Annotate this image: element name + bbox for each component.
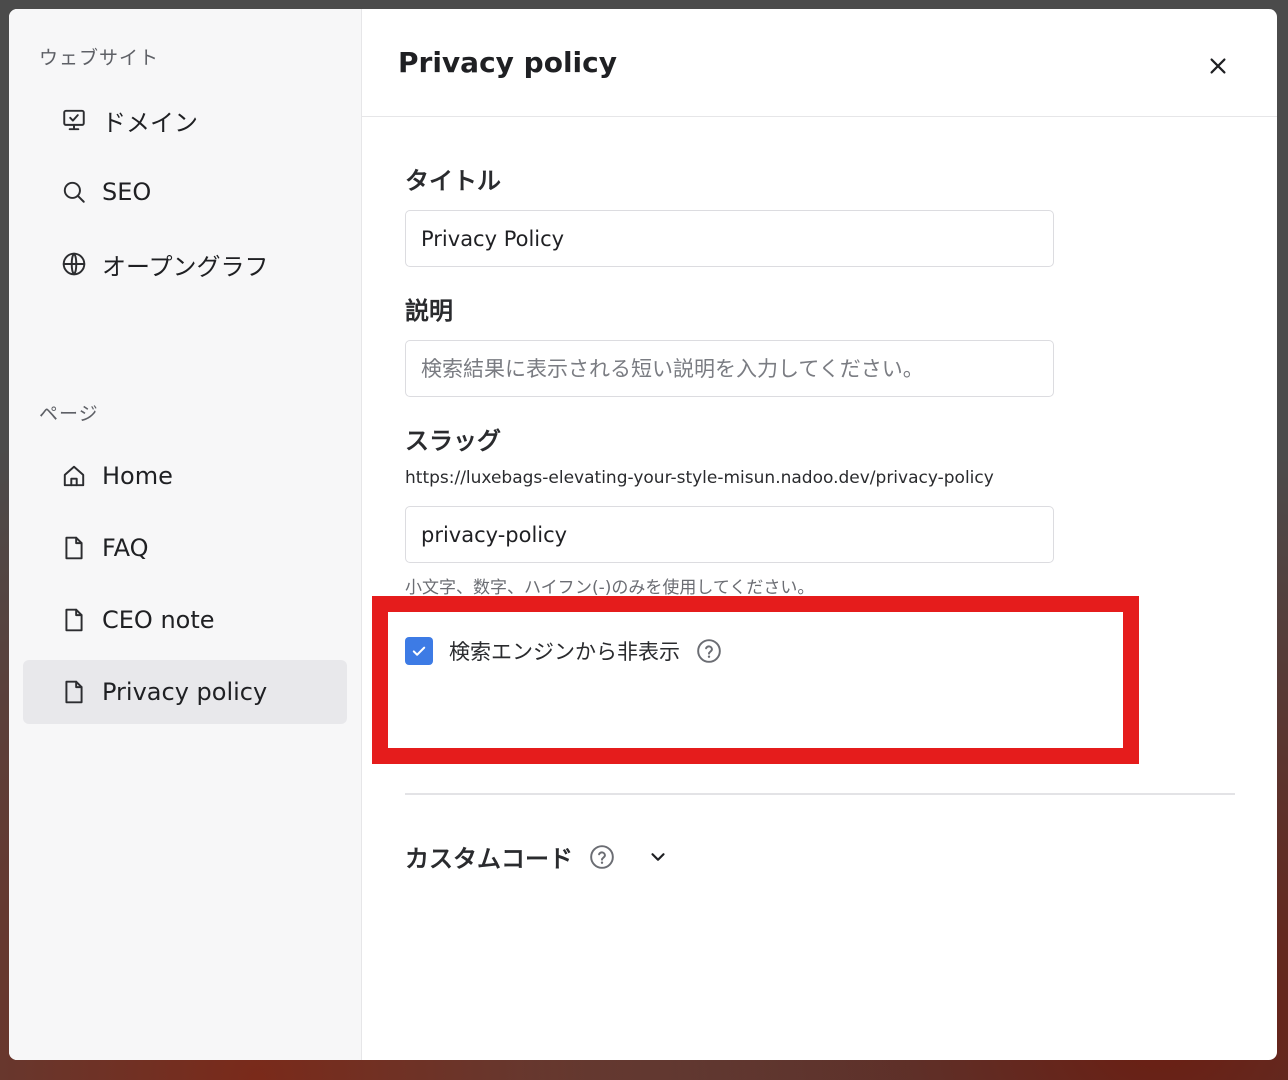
- main-panel: Privacy policy タイトル 説明 スラッグ https://luxe…: [362, 9, 1277, 1060]
- page-title: Privacy policy: [398, 46, 617, 79]
- description-input[interactable]: [405, 340, 1054, 397]
- sidebar-item-label: SEO: [102, 178, 152, 206]
- file-icon: [60, 678, 88, 706]
- sidebar-item-label: ドメイン: [102, 108, 198, 137]
- file-icon: [60, 606, 88, 634]
- sidebar-item-faq[interactable]: FAQ: [23, 516, 347, 580]
- sidebar-item-label: Privacy policy: [102, 678, 268, 706]
- sidebar-item-ceo-note[interactable]: CEO note: [23, 588, 347, 652]
- sidebar-item-label: CEO note: [102, 606, 215, 634]
- sidebar-item-domain[interactable]: ドメイン: [23, 88, 347, 152]
- chevron-down-icon: [647, 846, 669, 868]
- sidebar-item-label: Home: [102, 462, 173, 490]
- sidebar-item-home[interactable]: Home: [23, 444, 347, 508]
- highlight-box: [372, 596, 1139, 764]
- home-icon: [60, 462, 88, 490]
- help-icon[interactable]: [696, 638, 722, 664]
- monitor-icon: [60, 106, 88, 134]
- sidebar-item-privacy-policy[interactable]: Privacy policy: [23, 660, 347, 724]
- check-icon: [412, 646, 426, 656]
- sidebar-item-seo[interactable]: SEO: [23, 160, 347, 224]
- section-divider: [405, 793, 1235, 795]
- help-icon[interactable]: [589, 844, 615, 870]
- sidebar-item-label: オープングラフ: [102, 252, 269, 281]
- file-icon: [60, 534, 88, 562]
- slug-hint: 小文字、数字、ハイフン(-)のみを使用してください。: [405, 578, 815, 598]
- settings-dialog: ウェブサイト ドメイン SEO オープングラフ ページ Home FAQ CEO…: [9, 9, 1277, 1060]
- form-content: タイトル 説明 スラッグ https://luxebags-elevating-…: [362, 117, 1277, 598]
- hide-from-search-row: 検索エンジンから非表示: [405, 636, 722, 666]
- slug-label: スラッグ: [405, 427, 501, 455]
- close-icon: [1210, 58, 1226, 74]
- search-icon: [60, 178, 88, 206]
- globe-icon: [60, 250, 88, 278]
- sidebar-item-open-graph[interactable]: オープングラフ: [23, 232, 347, 296]
- panel-header: Privacy policy: [362, 9, 1277, 117]
- custom-code-label: カスタムコード: [405, 845, 573, 873]
- hide-from-search-label: 検索エンジンから非表示: [449, 640, 680, 664]
- custom-code-toggle[interactable]: カスタムコード: [405, 839, 669, 874]
- description-label: 説明: [405, 297, 453, 325]
- title-input[interactable]: [405, 210, 1054, 267]
- sidebar-item-label: FAQ: [102, 534, 149, 562]
- hide-from-search-checkbox[interactable]: [405, 637, 433, 665]
- sidebar: ウェブサイト ドメイン SEO オープングラフ ページ Home FAQ CEO…: [9, 9, 362, 1060]
- sidebar-section-website: ウェブサイト: [39, 47, 160, 69]
- title-label: タイトル: [405, 167, 501, 195]
- close-button[interactable]: [1203, 51, 1233, 81]
- sidebar-section-pages: ページ: [39, 403, 99, 425]
- slug-url: https://luxebags-elevating-your-style-mi…: [405, 468, 994, 488]
- slug-input[interactable]: [405, 506, 1054, 563]
